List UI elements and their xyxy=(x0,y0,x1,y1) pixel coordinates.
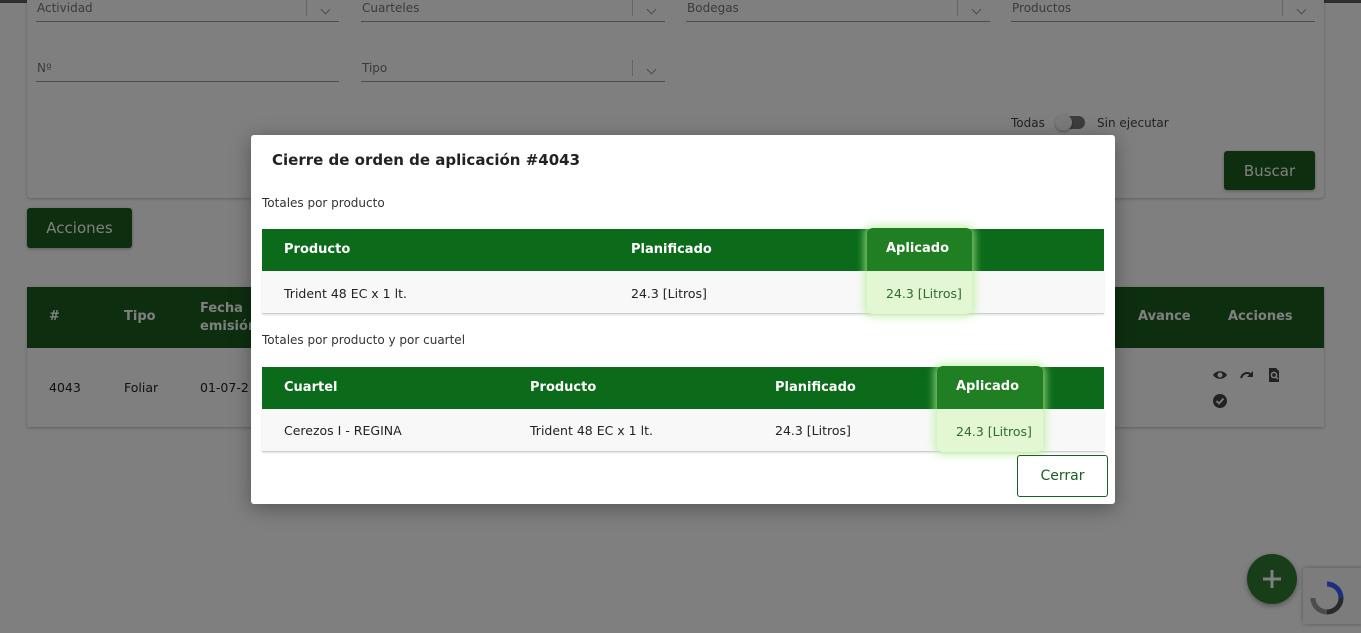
col-header-cuartel: Cuartel xyxy=(284,380,338,395)
totales-cuartel-table: Cuartel Producto Planificado Cerezos I -… xyxy=(262,366,1104,453)
cell-producto: Trident 48 EC x 1 lt. xyxy=(284,286,407,301)
section-totales-cuartel: Totales por producto y por cuartel xyxy=(262,333,466,347)
aplicado-column-highlight: Aplicado 24.3 [Litros] xyxy=(867,228,972,314)
col-header-aplicado: Aplicado xyxy=(886,241,949,256)
cell-planificado: 24.3 [Litros] xyxy=(631,286,707,301)
col-header-planificado: Planificado xyxy=(631,242,712,257)
cell-cuartel: Cerezos I - REGINA xyxy=(284,423,402,438)
cerrar-button[interactable]: Cerrar xyxy=(1017,455,1108,497)
col-header-planificado: Planificado xyxy=(775,380,856,395)
col-header-producto: Producto xyxy=(284,242,351,257)
section-totales-producto: Totales por producto xyxy=(262,196,385,210)
cell-aplicado: 24.3 [Litros] xyxy=(886,286,962,301)
col-header-aplicado: Aplicado xyxy=(956,379,1019,394)
dialog-title: Cierre de orden de aplicación #4043 xyxy=(272,151,581,169)
col-header-producto: Producto xyxy=(530,380,597,395)
totales-producto-table: Producto Planificado Trident 48 EC x 1 l… xyxy=(262,228,1104,315)
cell-aplicado: 24.3 [Litros] xyxy=(956,424,1032,439)
aplicado-column-highlight: Aplicado 24.3 [Litros] xyxy=(937,366,1043,452)
cierre-orden-dialog: Cierre de orden de aplicación #4043 Tota… xyxy=(251,135,1115,504)
cell-planificado: 24.3 [Litros] xyxy=(775,423,851,438)
cell-producto: Trident 48 EC x 1 lt. xyxy=(530,423,653,438)
